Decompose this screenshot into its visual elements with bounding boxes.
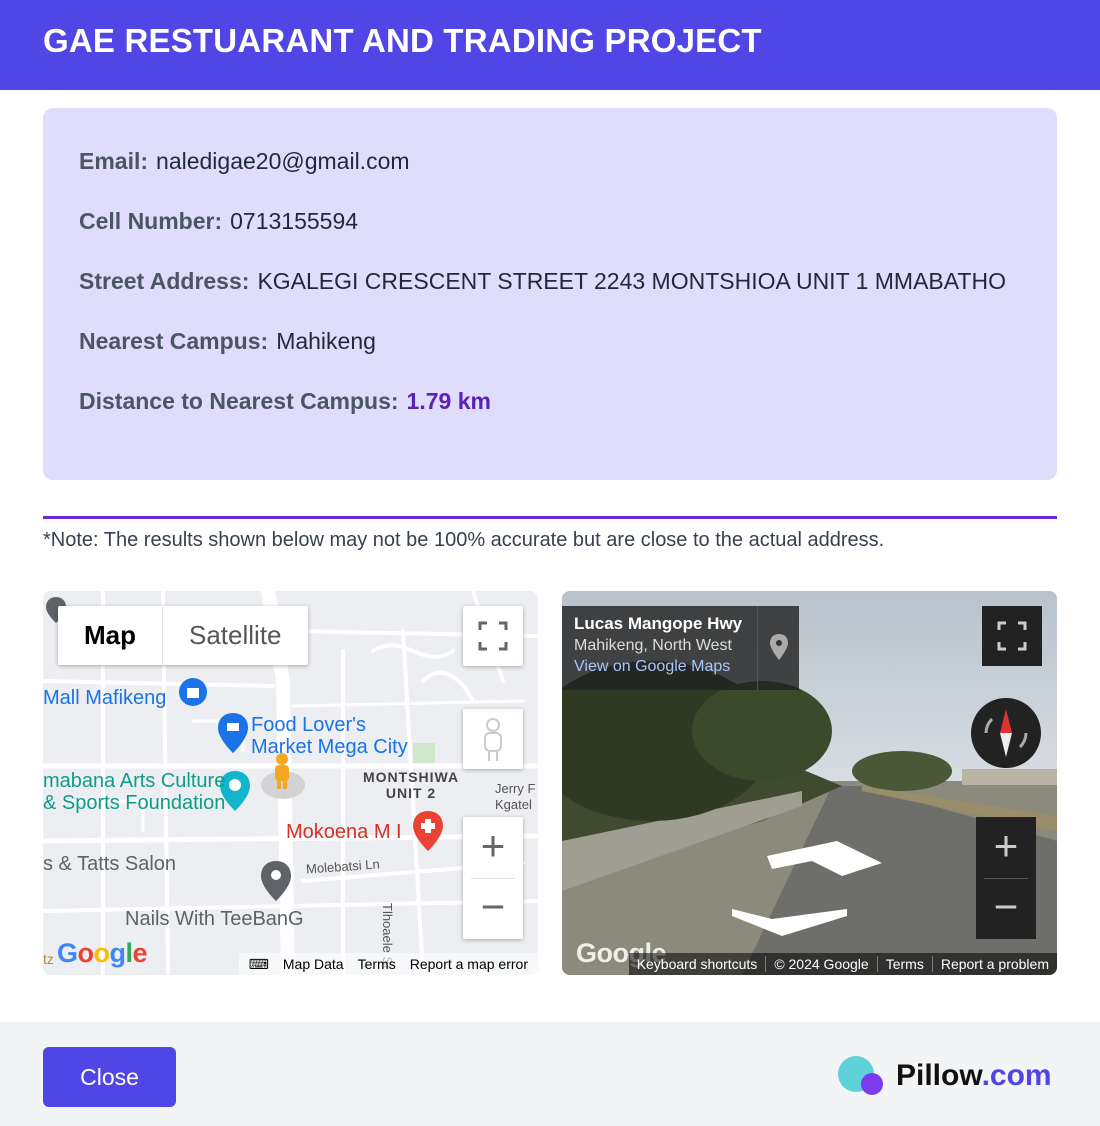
- pegman-outline-icon: [484, 718, 502, 761]
- hospital-pin-icon: [413, 811, 443, 851]
- email-value: naledigae20@gmail.com: [156, 148, 410, 174]
- street-view-footer-bar: Keyboard shortcuts © 2024 Google Terms R…: [628, 953, 1057, 975]
- keyboard-shortcuts-link[interactable]: Keyboard shortcuts: [629, 956, 766, 972]
- location-pin-icon: [770, 634, 788, 660]
- brand-name-main: Pillow: [896, 1059, 982, 1092]
- poi-label-jerry-line1: Jerry F: [495, 781, 536, 796]
- fullscreen-icon: [478, 621, 508, 651]
- cell-label: Cell Number:: [79, 208, 223, 234]
- poi-label-food-lovers-line2: Market Mega City: [251, 736, 408, 758]
- distance-label: Distance to Nearest Campus:: [79, 388, 399, 414]
- map-zoom-separator: [471, 878, 515, 879]
- close-button[interactable]: Close: [43, 1047, 176, 1107]
- poi-label-jerry-line2: Kgatel: [495, 797, 532, 812]
- area-label: MONTSHIWA UNIT 2: [363, 769, 459, 801]
- street-view-location-button[interactable]: [757, 606, 799, 690]
- section-divider: [43, 516, 1057, 519]
- street-view-zoom-out-button[interactable]: −: [976, 878, 1036, 939]
- poi-label-food-lovers-line1: Food Lover's: [251, 714, 366, 736]
- poi-label-nails[interactable]: Nails With TeeBanG: [125, 908, 304, 931]
- poi-label-arts-line2: & Sports Foundation: [43, 792, 226, 814]
- campus-value: Mahikeng: [276, 328, 376, 354]
- shopping-icon: [179, 678, 207, 706]
- view-on-google-maps-link[interactable]: View on Google Maps: [574, 658, 787, 676]
- map-fullscreen-button[interactable]: [463, 606, 523, 666]
- contact-details-card: Email: naledigae20@gmail.com Cell Number:…: [43, 108, 1057, 480]
- campus-row: Nearest Campus: Mahikeng: [79, 328, 376, 355]
- area-label-line2: UNIT 2: [385, 785, 437, 801]
- map-zoom-out-button[interactable]: −: [463, 878, 523, 939]
- map-type-control: Map Satellite: [58, 606, 308, 665]
- modal-header: GAE RESTUARANT AND TRADING PROJECT: [0, 0, 1100, 90]
- accuracy-note: *Note: The results shown below may not b…: [43, 529, 885, 551]
- map-footer-bar: ⌨ Map Data Terms Report a map error: [238, 953, 538, 975]
- brand-name: Pillow.com: [896, 1059, 1052, 1093]
- poi-label-mall[interactable]: Mall Mafikeng: [43, 687, 166, 710]
- street-view-zoom-separator: [984, 878, 1028, 879]
- email-row: Email: naledigae20@gmail.com: [79, 148, 410, 175]
- compass-icon[interactable]: [970, 697, 1042, 769]
- street-view-place: Mahikeng, North West: [574, 637, 732, 654]
- poi-label-tatts[interactable]: s & Tatts Salon: [43, 853, 176, 876]
- brand-logo: Pillow.com: [836, 1054, 1052, 1098]
- poi-label-mokoena[interactable]: Mokoena M I: [286, 821, 402, 844]
- map-edge-label: tz: [43, 951, 54, 967]
- campus-label: Nearest Campus:: [79, 328, 269, 354]
- street-view-zoom-control: + −: [976, 817, 1036, 939]
- place-pin-icon: [261, 861, 291, 901]
- distance-row: Distance to Nearest Campus: 1.79 km: [79, 388, 491, 415]
- distance-value: 1.79 km: [406, 388, 491, 414]
- poi-label-food-lovers[interactable]: Food Lover's Market Mega City: [251, 714, 408, 758]
- fullscreen-icon: [997, 621, 1027, 651]
- address-row: Street Address: KGALEGI CRESCENT STREET 2…: [79, 268, 1006, 295]
- map-type-satellite-button[interactable]: Satellite: [163, 606, 308, 665]
- report-problem-link[interactable]: Report a problem: [931, 956, 1057, 972]
- street-view-fullscreen-button[interactable]: [982, 606, 1042, 666]
- map-report-link[interactable]: Report a map error: [410, 956, 528, 972]
- map-zoom-in-button[interactable]: +: [463, 817, 523, 878]
- poi-label-arts[interactable]: mabana Arts Culture & Sports Foundation: [43, 770, 225, 814]
- street-view-road: Lucas Mangope Hwy: [574, 614, 743, 633]
- poi-label-jerry: Jerry F Kgatel: [495, 781, 535, 813]
- map-data-link[interactable]: Map Data: [283, 956, 344, 972]
- map-type-map-button[interactable]: Map: [58, 606, 162, 665]
- google-logo: Google: [57, 938, 148, 968]
- cell-value: 0713155594: [230, 208, 359, 234]
- map-terms-link[interactable]: Terms: [358, 956, 396, 972]
- pillow-logo-icon: [836, 1054, 888, 1098]
- map-zoom-control: + −: [463, 817, 523, 939]
- street-view-panorama[interactable]: Lucas Mangope Hwy Mahikeng, North West V…: [562, 591, 1057, 975]
- email-label: Email:: [79, 148, 149, 174]
- brand-name-domain: .com: [981, 1059, 1052, 1092]
- street-view-zoom-in-button[interactable]: +: [976, 817, 1036, 878]
- poi-label-arts-line1: mabana Arts Culture: [43, 770, 226, 792]
- modal-footer: Close Pillow.com: [0, 1022, 1100, 1126]
- copyright-text: © 2024 Google: [765, 956, 876, 972]
- address-value: KGALEGI CRESCENT STREET 2243 MONTSHIOA U…: [257, 268, 1006, 294]
- grocery-pin-icon: [218, 713, 248, 753]
- address-label: Street Address:: [79, 268, 250, 294]
- street-view-terms-link[interactable]: Terms: [876, 956, 932, 972]
- street-view-pegman-button[interactable]: [463, 709, 523, 769]
- page-title: GAE RESTUARANT AND TRADING PROJECT: [43, 22, 762, 59]
- cell-row: Cell Number: 0713155594: [79, 208, 358, 235]
- keyboard-icon[interactable]: ⌨: [249, 956, 269, 973]
- google-map[interactable]: Mall Mafikeng Food Lover's Market Mega C…: [43, 591, 538, 975]
- area-label-line1: MONTSHIWA: [363, 769, 460, 785]
